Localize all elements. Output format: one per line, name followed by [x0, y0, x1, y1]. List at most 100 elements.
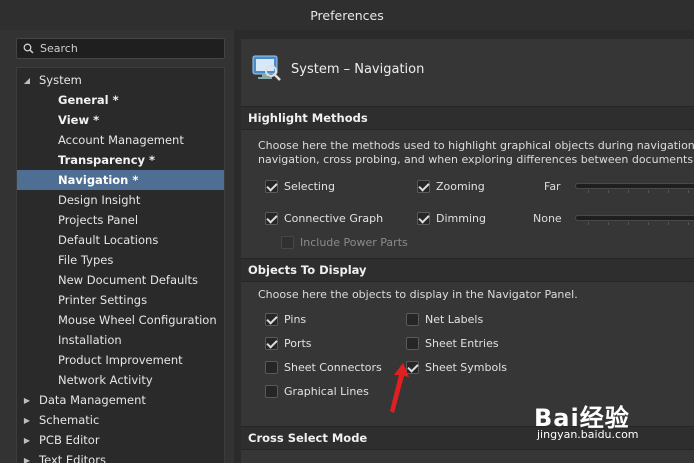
checkbox-box[interactable] [265, 385, 278, 398]
tree-item[interactable]: Mouse Wheel Configuration [17, 310, 224, 330]
expand-arrow-icon[interactable]: ▶ [23, 396, 31, 405]
tree-item[interactable]: Default Locations [17, 230, 224, 250]
tree-item[interactable]: Account Management [17, 130, 224, 150]
slider-tick [688, 222, 689, 225]
section-heading: Cross Select Mode [248, 431, 368, 445]
pins-label: Pins [284, 313, 307, 326]
checkbox-box[interactable] [265, 337, 278, 350]
include-power-parts-checkbox[interactable]: Include Power Parts [281, 236, 408, 249]
tree-item-label: Navigation * [58, 173, 139, 187]
tree-item-label: Design Insight [58, 193, 141, 207]
tree-item[interactable]: File Types [17, 250, 224, 270]
connective-graph-checkbox[interactable]: Connective Graph [265, 212, 383, 225]
checkbox-box[interactable] [406, 337, 419, 350]
baidu-watermark: Bai经验 jingyan.baidu.com [534, 398, 639, 441]
tree-item-label: Installation [58, 333, 122, 347]
section-highlight-methods: Highlight Methods [241, 106, 694, 130]
include-power-parts-label: Include Power Parts [300, 236, 408, 249]
slider-tick [648, 190, 649, 193]
ports-label: Ports [284, 337, 312, 350]
slider-tick [608, 190, 609, 193]
checkbox-box[interactable] [417, 212, 430, 225]
checkbox-box[interactable] [265, 361, 278, 374]
highlight-description-line1: Choose here the methods used to highligh… [258, 139, 694, 152]
collapse-arrow-icon[interactable]: ◢ [23, 76, 31, 85]
sidebar: Search ◢ System General * View * Account Man… [0, 30, 234, 463]
tree-item-label: System [39, 73, 82, 87]
pins-checkbox[interactable]: Pins [265, 313, 306, 326]
page-title: System – Navigation [291, 62, 425, 77]
net-labels-checkbox[interactable]: Net Labels [406, 313, 483, 326]
tree-item[interactable]: ▶ PCB Editor [17, 430, 224, 450]
slider-tick [628, 190, 629, 193]
tree-item[interactable]: ◢ System [17, 70, 224, 90]
section-heading: Highlight Methods [248, 111, 368, 125]
tree-item-label: Text Editors [39, 453, 106, 463]
tree-item[interactable]: New Document Defaults [17, 270, 224, 290]
tree-item[interactable]: ▶ Text Editors [17, 450, 224, 463]
tree-item[interactable]: General * [17, 90, 224, 110]
tree-item[interactable]: View * [17, 110, 224, 130]
tree-item-label: Projects Panel [58, 213, 139, 227]
checkbox-box[interactable] [265, 180, 278, 193]
sheet-symbols-label: Sheet Symbols [425, 361, 508, 374]
sheet-entries-label: Sheet Entries [425, 337, 499, 350]
dimming-checkbox[interactable]: Dimming [417, 212, 486, 225]
tree-item-label: General * [58, 93, 119, 107]
tree-item-label: Default Locations [58, 233, 159, 247]
checkbox-box[interactable] [417, 180, 430, 193]
tree-item-label: PCB Editor [39, 433, 100, 447]
expand-arrow-icon[interactable]: ▶ [23, 456, 31, 463]
tree-item[interactable]: Navigation * [17, 170, 224, 190]
slider-tick [588, 190, 589, 193]
selecting-label: Selecting [284, 180, 335, 193]
far-label: Far [544, 180, 561, 193]
net-labels-label: Net Labels [425, 313, 484, 326]
slider-tick [668, 190, 669, 193]
red-arrow-annotation [390, 363, 409, 413]
tree-item[interactable]: Printer Settings [17, 290, 224, 310]
dimming-slider[interactable] [575, 215, 694, 225]
slider-tick [668, 222, 669, 225]
slider-tick [628, 222, 629, 225]
ports-checkbox[interactable]: Ports [265, 337, 312, 350]
checkbox-box[interactable] [406, 313, 419, 326]
tree-item[interactable]: ▶ Data Management [17, 390, 224, 410]
title-bar: Preferences [0, 0, 694, 30]
sheet-symbols-checkbox[interactable]: Sheet Symbols [406, 361, 507, 374]
zooming-checkbox[interactable]: Zooming [417, 180, 485, 193]
checkbox-box[interactable] [265, 212, 278, 225]
checkbox-box[interactable] [265, 313, 278, 326]
objects-description: Choose here the objects to display in th… [258, 288, 578, 301]
connective-graph-label: Connective Graph [284, 212, 384, 225]
sheet-connectors-checkbox[interactable]: Sheet Connectors [265, 361, 382, 374]
tree-item-label: Printer Settings [58, 293, 148, 307]
dimming-label: Dimming [436, 212, 486, 225]
tree-item[interactable]: Projects Panel [17, 210, 224, 230]
search-placeholder: Search [40, 42, 78, 55]
slider-tick [688, 190, 689, 193]
tree-item[interactable]: Design Insight [17, 190, 224, 210]
search-icon [23, 43, 34, 54]
tree-item[interactable]: ▶ Schematic [17, 410, 224, 430]
expand-arrow-icon[interactable]: ▶ [23, 416, 31, 425]
tree-item[interactable]: Network Activity [17, 370, 224, 390]
section-objects-to-display: Objects To Display [241, 258, 694, 282]
search-input[interactable]: Search [16, 38, 225, 59]
tree-item[interactable]: Installation [17, 330, 224, 350]
tree-item[interactable]: Product Improvement [17, 350, 224, 370]
checkbox-box[interactable] [281, 236, 294, 249]
section-heading: Objects To Display [248, 263, 367, 277]
tree-item-label: Transparency * [58, 153, 156, 167]
preferences-tree: ◢ System General * View * Account Management… [16, 67, 225, 463]
sheet-entries-checkbox[interactable]: Sheet Entries [406, 337, 499, 350]
graphical-lines-label: Graphical Lines [284, 385, 369, 398]
tree-item[interactable]: Transparency * [17, 150, 224, 170]
selecting-checkbox[interactable]: Selecting [265, 180, 335, 193]
slider-tick [588, 222, 589, 225]
slider-tick [608, 222, 609, 225]
graphical-lines-checkbox[interactable]: Graphical Lines [265, 385, 369, 398]
expand-arrow-icon[interactable]: ▶ [23, 436, 31, 445]
zoom-precision-slider[interactable] [575, 183, 694, 193]
tree-item-label: View * [58, 113, 100, 127]
